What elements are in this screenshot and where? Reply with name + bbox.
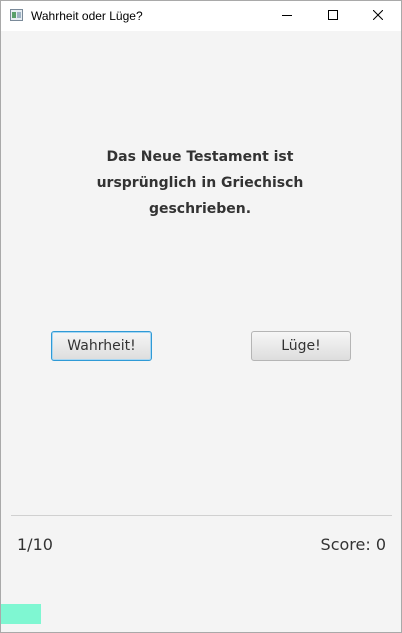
score-label: Score: 0 [320, 535, 386, 554]
close-button[interactable] [355, 1, 401, 31]
progress-bar-fill [1, 604, 41, 624]
lie-button[interactable]: Lüge! [251, 331, 351, 361]
maximize-button[interactable] [310, 1, 356, 31]
divider [11, 515, 392, 516]
quiz-content: Das Neue Testament ist ursprünglich in G… [1, 31, 401, 632]
question-counter: 1/10 [17, 535, 53, 554]
truth-button[interactable]: Wahrheit! [51, 331, 152, 361]
app-window: Wahrheit oder Lüge? Das Neue Testament i… [0, 0, 402, 633]
close-icon [373, 10, 383, 20]
minimize-button[interactable] [264, 1, 310, 31]
app-window-icon [10, 9, 23, 21]
window-title: Wahrheit oder Lüge? [31, 9, 143, 23]
minimize-icon [282, 15, 292, 16]
maximize-icon [328, 10, 338, 20]
title-bar[interactable]: Wahrheit oder Lüge? [1, 1, 401, 31]
question-text: Das Neue Testament ist ursprünglich in G… [96, 149, 304, 217]
progress-bar [1, 604, 401, 624]
